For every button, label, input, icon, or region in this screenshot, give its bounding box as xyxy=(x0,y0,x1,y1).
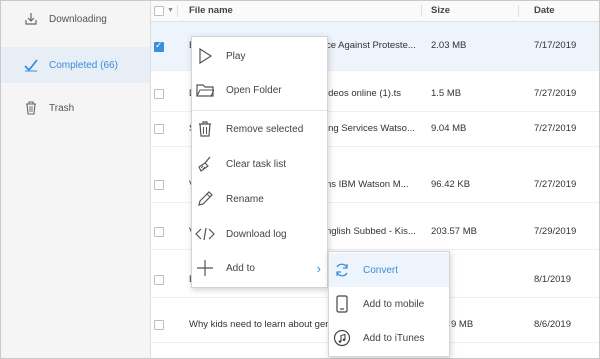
menu-item-clear-task-list[interactable]: Clear task list xyxy=(192,147,327,181)
submenu-item-convert[interactable]: Convert xyxy=(329,253,449,287)
file-name-end: ideos online (1).ts xyxy=(326,88,401,99)
play-icon xyxy=(195,46,215,66)
pencil-icon xyxy=(195,189,215,209)
menu-item-label: Clear task list xyxy=(226,158,287,170)
menu-item-open-folder[interactable]: Open Folder xyxy=(192,73,327,107)
row-checkbox[interactable] xyxy=(154,124,164,134)
menu-item-label: Remove selected xyxy=(226,123,304,135)
file-date: 7/27/2019 xyxy=(534,123,577,134)
sidebar-item-downloading[interactable]: Downloading xyxy=(1,2,150,36)
menu-item-rename[interactable]: Rename xyxy=(192,182,327,216)
column-header-size[interactable]: Size xyxy=(431,1,450,21)
code-icon xyxy=(195,224,215,244)
file-name-start: Why kids need to learn about gend xyxy=(189,319,329,330)
convert-icon xyxy=(332,260,352,280)
file-date: 8/1/2019 xyxy=(534,274,571,285)
row-checkbox[interactable] xyxy=(154,180,164,190)
download-icon xyxy=(23,11,39,27)
plus-icon xyxy=(195,258,215,278)
file-date: 7/27/2019 xyxy=(534,179,577,190)
sidebar: Downloading Completed (66) Trash xyxy=(1,1,151,358)
row-checkbox[interactable] xyxy=(154,89,164,99)
submenu-item-add-to-itunes[interactable]: Add to iTunes xyxy=(329,321,449,355)
file-date: 7/27/2019 xyxy=(534,88,577,99)
trash-icon xyxy=(195,119,215,139)
check-icon xyxy=(23,57,39,73)
sidebar-item-trash[interactable]: Trash xyxy=(1,91,150,125)
column-divider xyxy=(518,5,519,17)
menu-item-label: Rename xyxy=(226,193,264,205)
sidebar-item-completed[interactable]: Completed (66) xyxy=(1,47,150,83)
file-size: 9 MB xyxy=(451,319,474,330)
file-size: 203.57 MB xyxy=(431,226,477,237)
table-header: ▼ File name Size Date xyxy=(151,1,599,22)
file-name-end: ns IBM Watson M... xyxy=(326,179,409,190)
menu-item-label: Play xyxy=(226,50,246,62)
column-divider xyxy=(177,5,178,17)
menu-item-label: Add to mobile xyxy=(363,298,425,310)
menu-separator xyxy=(192,110,327,111)
select-all-checkbox[interactable] xyxy=(154,6,164,16)
menu-item-play[interactable]: Play xyxy=(192,39,327,73)
file-name-end: ce Against Proteste... xyxy=(326,40,416,51)
menu-item-add-to[interactable]: Add to › xyxy=(192,251,327,285)
submenu-item-add-to-mobile[interactable]: Add to mobile xyxy=(329,287,449,321)
row-checkbox[interactable] xyxy=(154,40,164,52)
folder-icon xyxy=(195,80,215,100)
row-checkbox[interactable] xyxy=(154,227,164,237)
context-menu: Play Open Folder Remove selected Clear t… xyxy=(191,36,328,288)
submenu: Convert Add to mobile Add to iTunes xyxy=(328,251,450,357)
menu-item-label: Add to iTunes xyxy=(363,332,425,344)
mobile-icon xyxy=(332,294,352,314)
chevron-right-icon: › xyxy=(316,260,321,276)
caret-down-icon[interactable]: ▼ xyxy=(167,1,174,21)
menu-item-download-log[interactable]: Download log xyxy=(192,217,327,251)
trash-icon xyxy=(23,100,39,116)
sidebar-item-label: Downloading xyxy=(49,13,107,25)
file-date: 8/6/2019 xyxy=(534,319,571,330)
menu-item-label: Convert xyxy=(363,264,399,276)
file-name-end: nglish Subbed - Kis... xyxy=(326,226,416,237)
broom-icon xyxy=(195,154,215,174)
sidebar-item-label: Trash xyxy=(49,102,75,114)
file-size: 2.03 MB xyxy=(431,40,467,51)
file-date: 7/17/2019 xyxy=(534,40,577,51)
file-name-end: ing Services Watso... xyxy=(326,123,415,134)
menu-item-remove-selected[interactable]: Remove selected xyxy=(192,112,327,146)
column-header-filename[interactable]: File name xyxy=(189,1,233,21)
file-size: 9.04 MB xyxy=(431,123,467,134)
row-checkbox[interactable] xyxy=(154,320,164,330)
file-date: 7/29/2019 xyxy=(534,226,577,237)
column-divider xyxy=(421,5,422,17)
menu-item-label: Open Folder xyxy=(226,84,282,96)
itunes-icon xyxy=(332,328,352,348)
column-header-date[interactable]: Date xyxy=(534,1,555,21)
row-checkbox[interactable] xyxy=(154,275,164,285)
menu-item-label: Download log xyxy=(226,228,287,240)
file-size: 96.42 KB xyxy=(431,179,471,190)
sidebar-item-label: Completed (66) xyxy=(49,59,118,71)
menu-item-label: Add to xyxy=(226,262,255,274)
file-size: 1.5 MB xyxy=(431,88,462,99)
